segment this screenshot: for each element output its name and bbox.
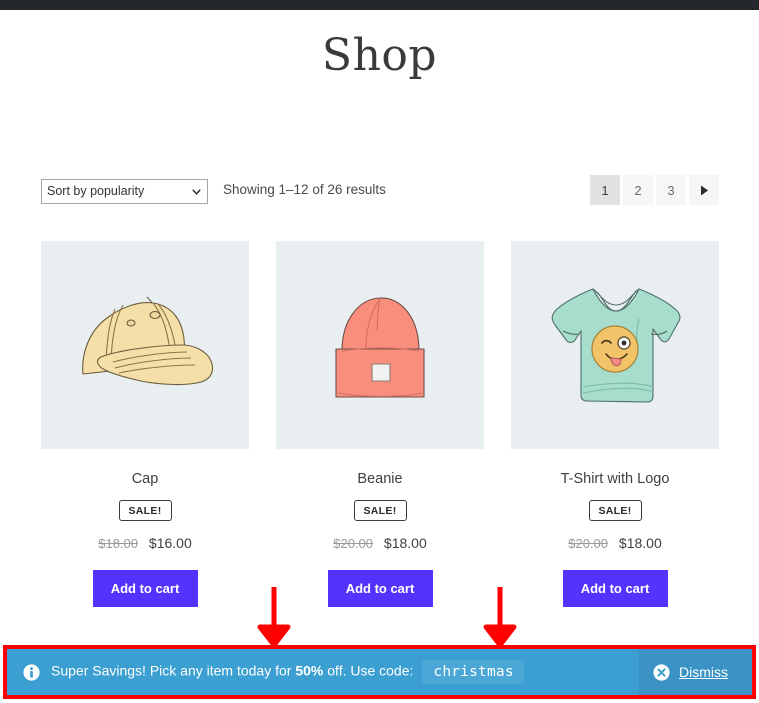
promo-discount: 50% [295, 662, 324, 679]
price-sale: $18.00 [383, 535, 427, 551]
price-original: $20.00 [568, 536, 609, 551]
shop-page: Shop Sort by popularity Showing 1–12 of … [0, 10, 759, 703]
page-button-2[interactable]: 2 [623, 175, 653, 205]
add-to-cart-button[interactable]: Add to cart [562, 570, 668, 607]
promo-notice-outline: Super Savings! Pick any item today for 5… [3, 645, 756, 699]
product-title[interactable]: Beanie [276, 471, 484, 487]
promo-notice-text: Super Savings! Pick any item today for 5… [51, 660, 524, 684]
sale-badge: SALE! [353, 500, 407, 521]
product-image-cap[interactable] [41, 241, 249, 449]
shop-toolbar: Sort by popularity Showing 1–12 of 26 re… [41, 175, 719, 217]
dismiss-button[interactable]: Dismiss [639, 649, 752, 695]
price-sale: $18.00 [618, 535, 662, 551]
page-button-3[interactable]: 3 [656, 175, 686, 205]
page-title: Shop [321, 30, 438, 81]
promo-text-before: Super Savings! Pick any item today for [51, 662, 296, 679]
sort-select-value: Sort by popularity [47, 184, 145, 198]
product-title[interactable]: T-Shirt with Logo [511, 471, 719, 487]
add-to-cart-button[interactable]: Add to cart [92, 570, 198, 607]
coupon-code[interactable]: christmas [422, 660, 524, 684]
promo-notice-bar: Super Savings! Pick any item today for 5… [7, 649, 752, 695]
product-grid: Cap SALE! $18.00 $16.00 Add to cart Bean… [41, 241, 719, 607]
close-circle-icon [653, 663, 670, 681]
beanie-illustration [276, 241, 484, 449]
price-row: $20.00 $18.00 [276, 535, 484, 551]
next-page-button[interactable] [689, 175, 719, 205]
product-image-beanie[interactable] [276, 241, 484, 449]
sale-badge: SALE! [588, 500, 642, 521]
price-original: $20.00 [333, 536, 374, 551]
price-row: $18.00 $16.00 [41, 535, 249, 551]
price-original: $18.00 [98, 536, 139, 551]
sort-select[interactable]: Sort by popularity [41, 179, 208, 204]
product-title[interactable]: Cap [41, 471, 249, 487]
promo-text-after: off. Use code: [323, 662, 414, 679]
tshirt-illustration [511, 241, 719, 449]
info-circle-icon [23, 663, 40, 681]
promo-notice-message: Super Savings! Pick any item today for 5… [7, 660, 639, 684]
product-card: Beanie SALE! $20.00 $18.00 Add to cart [276, 241, 484, 607]
price-row: $20.00 $18.00 [511, 535, 719, 551]
add-to-cart-button[interactable]: Add to cart [327, 570, 433, 607]
pagination: 1 2 3 [590, 175, 719, 205]
product-card: T-Shirt with Logo SALE! $20.00 $18.00 Ad… [511, 241, 719, 607]
dismiss-label: Dismiss [679, 664, 728, 680]
cap-illustration [41, 241, 249, 449]
product-image-tshirt[interactable] [511, 241, 719, 449]
sale-badge: SALE! [118, 500, 172, 521]
page-button-1[interactable]: 1 [590, 175, 620, 205]
wp-admin-bar [0, 0, 759, 10]
chevron-down-icon [192, 188, 201, 195]
chevron-right-icon [700, 185, 708, 195]
price-sale: $16.00 [148, 535, 192, 551]
result-count: Showing 1–12 of 26 results [223, 182, 386, 197]
product-card: Cap SALE! $18.00 $16.00 Add to cart [41, 241, 249, 607]
